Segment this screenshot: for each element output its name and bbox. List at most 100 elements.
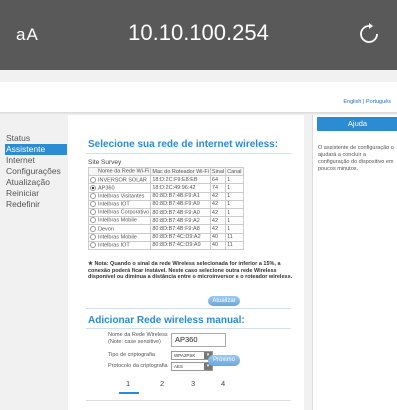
cell-channel: 1 (225, 224, 244, 234)
network-radio[interactable] (90, 201, 96, 208)
cell-ssid: INVERSOR SOLAR (87, 175, 152, 185)
cell-channel: 1 (225, 191, 244, 201)
cell-mac-text: 80:8D:B7:4B:F9:A2 (152, 217, 200, 224)
sidebar-item-atualizacao[interactable]: Atualização (5, 177, 67, 188)
cell-signal-text: 40 (211, 242, 219, 249)
network-radio[interactable] (90, 242, 96, 249)
cell-mac-text: 18:D:2C:F9:E8:EB (152, 176, 198, 183)
network-radio[interactable] (90, 233, 96, 240)
cell-ssid: Intelbras Visitantes (87, 191, 152, 201)
url-field[interactable]: 10.10.100.254 (0, 20, 397, 46)
next-button[interactable]: Próximo (208, 355, 240, 366)
column-header-signal: Sinal (209, 166, 227, 177)
cell-ssid: Intelbras IOT (87, 240, 152, 250)
cell-channel: 1 (225, 216, 244, 226)
sidebar-item-assistente[interactable]: Assistente (5, 144, 67, 155)
cell-ssid: Intelbras IOT (87, 199, 152, 209)
cell-mac: 18:D:2C:49:96:42 (150, 183, 211, 193)
protocol-value: AES (174, 364, 184, 369)
step-3[interactable]: 3 (191, 379, 195, 388)
cell-mac: 80:8D:B7:4B:F9:A0 (150, 207, 211, 218)
help-text: O assistente de configuração o ajudará a… (318, 145, 394, 172)
table-row[interactable]: Intelbras IOT 80:8D:B7:4B:F9:A9 42 1 (87, 199, 244, 209)
cell-ssid-text: INVERSOR SOLAR (98, 177, 147, 183)
table-header-row: Nome da Rede Wi-Fi Mac do Roteador Wi-Fi… (87, 166, 244, 177)
sidebar-nav: Status Assistente Internet Configurações… (5, 133, 67, 210)
cell-signal: 42 (209, 224, 227, 234)
table-scroll-clip (86, 252, 246, 258)
cell-signal-text: 42 (211, 217, 219, 224)
refresh-button[interactable]: Atualizar (208, 296, 240, 306)
cell-signal: 40 (209, 240, 227, 250)
network-radio[interactable] (90, 209, 96, 216)
sidebar-item-internet[interactable]: Internet (5, 155, 67, 166)
cell-ssid-text: Intelbras IOT (98, 201, 130, 208)
cell-mac: 80:8D:B7:4B:F9:A9 (150, 199, 211, 209)
network-radio[interactable] (90, 192, 96, 199)
cell-channel: 1 (225, 199, 244, 209)
cell-signal-text: 42 (211, 209, 219, 216)
cell-signal-text: 40 (211, 234, 219, 241)
manual-network-title: Adicionar Rede wireless manual: (88, 315, 245, 326)
browser-address-bar: aA 10.10.100.254 (0, 0, 397, 70)
cell-mac: 80:8D:B7:4C:D9:A9 (150, 240, 211, 250)
header-bar (0, 82, 397, 112)
wizard-panel: Selecione sua rede de internet wireless:… (68, 115, 304, 410)
manual-title-divider (86, 328, 291, 329)
step-1[interactable]: 1 (126, 379, 130, 388)
sidebar-item-configuracoes[interactable]: Configurações (5, 166, 67, 177)
cell-channel: 11 (225, 240, 244, 250)
sidebar-item-reiniciar[interactable]: Reiniciar (5, 188, 67, 199)
cell-mac-text: 80:8D:B7:4B:F9:A1 (152, 193, 200, 200)
cell-ssid: Intelbras Corporativo (87, 207, 152, 218)
cell-channel-text: 1 (227, 225, 231, 232)
protocol-select[interactable]: AES ▾ (171, 362, 213, 371)
cell-mac: 80:8D:B7:4B:F9:A8 (150, 224, 211, 234)
table-row[interactable]: Intelbras IOT 80:8D:B7:4C:D9:A9 40 11 (87, 240, 244, 250)
cell-ssid: Intelbras Mobile (87, 232, 152, 242)
sidebar-item-status[interactable]: Status (5, 133, 67, 144)
cell-channel-text: 1 (227, 209, 231, 216)
network-radio[interactable] (90, 184, 96, 191)
cell-channel-text: 1 (227, 184, 231, 191)
cell-channel-text: 1 (227, 193, 231, 200)
section-divider (86, 308, 291, 309)
network-radio[interactable] (90, 176, 96, 183)
language-links[interactable]: English | Português (343, 99, 391, 105)
network-radio[interactable] (90, 217, 96, 224)
cell-signal-text: 74 (211, 184, 219, 191)
sidebar-item-redefinir[interactable]: Redefinir (5, 199, 67, 210)
step-2[interactable]: 2 (160, 379, 164, 388)
cell-ssid-text: Intelbras Corporativo (98, 209, 150, 216)
step-4[interactable]: 4 (221, 379, 225, 388)
signal-note: ★ Nota: Quando o sinal da rede Wireless … (88, 261, 293, 281)
cell-ssid-text: Devon (98, 226, 114, 233)
help-title: Ajuda (317, 117, 397, 131)
current-step-indicator (119, 392, 139, 394)
table-row[interactable]: Devon 80:8D:B7:4B:F9:A8 42 1 (87, 224, 244, 234)
cell-ssid: AP360 (87, 183, 152, 193)
column-header-channel: Canal (225, 166, 244, 177)
table-row[interactable]: INVERSOR SOLAR 18:D:2C:F9:E8:EB 64 1 (87, 175, 244, 185)
table-row[interactable]: Intelbras Mobile 80:8D:B7:4B:F9:A2 42 1 (87, 216, 244, 226)
protocol-label: Protocolo da criptografia (108, 363, 168, 369)
table-row[interactable]: Intelbras Corporativo 80:8D:B7:4B:F9:A0 42… (87, 207, 244, 218)
network-radio[interactable] (90, 225, 96, 232)
encryption-label: Tipo de criptografia (108, 352, 155, 358)
cell-ssid-text: Intelbras Visitantes (98, 193, 145, 200)
table-row[interactable]: Intelbras Visitantes 80:8D:B7:4B:F9:A1 42 1 (87, 191, 244, 201)
cell-signal: 42 (209, 199, 227, 209)
cell-mac-text: 80:8D:B7:4C:D9:A9 (152, 242, 201, 249)
table-row[interactable]: AP360 18:D:2C:49:96:42 74 1 (87, 183, 244, 193)
cell-mac: 18:D:2C:F9:E8:EB (150, 175, 211, 185)
table-row[interactable]: Intelbras Mobile 80:8D:B7:4C:D9:A2 40 11 (87, 232, 244, 242)
cell-mac-text: 80:8D:B7:4B:F9:A0 (152, 209, 200, 216)
ssid-input[interactable]: AP360 (171, 333, 226, 347)
cell-ssid-text: Intelbras IOT (98, 242, 130, 249)
cell-channel: 1 (225, 183, 244, 193)
cell-signal-text: 42 (211, 193, 219, 200)
reload-icon[interactable] (357, 22, 381, 46)
cell-signal-text: 64 (211, 176, 219, 183)
encryption-select[interactable]: WPA2PSK ▾ (171, 351, 213, 360)
cell-ssid: Intelbras Mobile (87, 216, 152, 226)
